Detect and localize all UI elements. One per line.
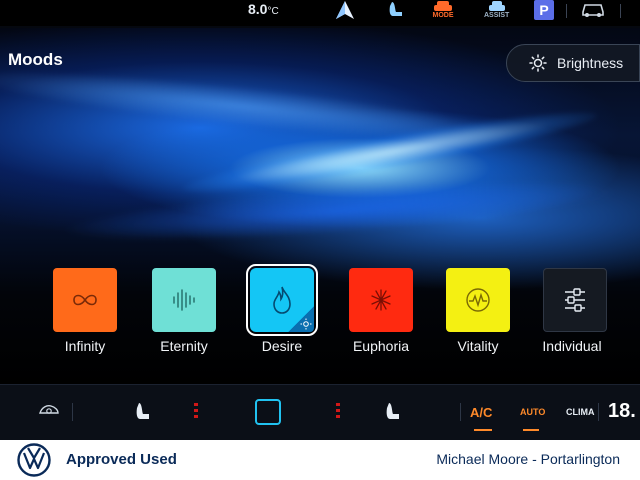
mood-tile-desire[interactable]	[246, 264, 318, 336]
mood-label-euphoria: Euphoria	[352, 338, 410, 354]
mode-label: MODE	[432, 12, 454, 19]
sync-button[interactable]	[255, 399, 281, 425]
assist-button[interactable]: ASSIST	[484, 0, 509, 22]
dealer-name: Michael Moore - Portarlington	[436, 451, 620, 467]
moods-display: Moods Brightness Infinity Eternity Desir…	[0, 28, 640, 384]
seat-heating-right-button[interactable]	[384, 401, 402, 428]
seat-heating-icon	[386, 403, 399, 419]
seat-heating-icon[interactable]	[386, 0, 406, 22]
sparkle-icon	[371, 289, 391, 311]
mood-label-vitality: Vitality	[457, 338, 499, 354]
brightness-button[interactable]: Brightness	[506, 44, 640, 82]
air-recirculation-icon	[39, 405, 59, 414]
temperature-indicator-right	[336, 403, 340, 418]
approved-used-label: Approved Used	[66, 451, 177, 468]
status-bar: 8.0°C MODE ASSIST P	[0, 0, 640, 26]
mood-tile-vitality[interactable]	[446, 268, 510, 332]
mood-label-individual: Individual	[542, 338, 602, 354]
mood-tile-eternity[interactable]	[152, 268, 216, 332]
mood-tile-euphoria[interactable]	[349, 268, 413, 332]
infotainment-screen: 8.0°C MODE ASSIST P Moods Brightness Inf…	[0, 0, 640, 440]
soundwave-icon	[173, 289, 195, 311]
seat-heating-icon	[136, 403, 149, 419]
light-streak	[59, 168, 621, 254]
divider	[460, 403, 461, 421]
auto-active-indicator	[523, 429, 539, 431]
parking-icon: P	[534, 0, 554, 20]
outside-temperature: 8.0°C	[248, 1, 279, 17]
vehicle-icon[interactable]	[580, 0, 606, 22]
brightness-label: Brightness	[557, 55, 624, 71]
temperature-unit: °C	[267, 6, 279, 17]
divider	[598, 403, 599, 421]
mood-tile-individual[interactable]	[543, 268, 607, 332]
ac-button[interactable]: A/C	[470, 405, 492, 420]
right-temperature[interactable]: 18.	[608, 400, 636, 423]
divider	[72, 403, 73, 421]
mood-tile-infinity[interactable]	[53, 268, 117, 332]
seat-heating-left-button[interactable]	[134, 401, 152, 428]
ac-active-indicator	[474, 429, 492, 431]
divider	[566, 4, 567, 18]
drive-mode-button[interactable]: MODE	[432, 0, 454, 22]
sun-icon	[529, 54, 547, 72]
auto-button[interactable]: AUTO	[520, 407, 545, 417]
brightness-badge	[288, 306, 314, 332]
mood-label-eternity: Eternity	[160, 338, 208, 354]
sliders-icon	[565, 288, 585, 312]
assist-label: ASSIST	[484, 12, 510, 19]
clima-button[interactable]: CLIMA	[566, 407, 595, 417]
mood-label-infinity: Infinity	[64, 338, 106, 354]
pulse-icon	[466, 288, 490, 312]
divider	[620, 4, 621, 18]
mood-label-desire: Desire	[261, 338, 303, 354]
parking-button[interactable]: P	[534, 0, 554, 22]
climate-bar: A/C AUTO CLIMA 18.	[0, 384, 640, 440]
vw-logo	[17, 443, 51, 480]
navigation-arrow-icon[interactable]	[334, 0, 356, 22]
temperature-indicator-left	[194, 403, 198, 418]
sun-icon	[300, 318, 312, 330]
infinity-icon	[73, 294, 97, 306]
page-title: Moods	[8, 50, 63, 69]
recirculation-button[interactable]	[38, 403, 60, 422]
temperature-value: 8.0	[248, 1, 268, 17]
